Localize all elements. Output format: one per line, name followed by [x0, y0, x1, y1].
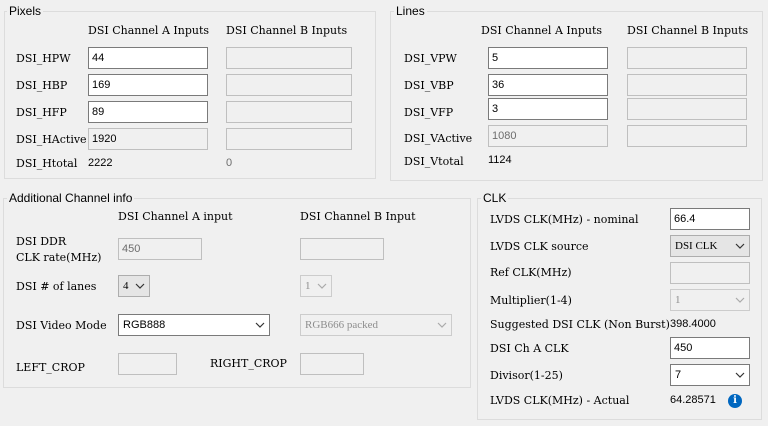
hactive-label: DSI_HActive [16, 133, 87, 146]
additional-col-a-header: DSI Channel A input [118, 210, 233, 223]
video-mode-b-select: RGB666 packed [300, 314, 452, 336]
vfp-b-input [627, 98, 747, 120]
chevron-down-icon [437, 322, 447, 328]
vactive-a-input: 1080 [488, 125, 608, 147]
divisor-label: Divisor(1-25) [490, 369, 563, 382]
ddr-clk-label-line1: DSI DDR [16, 235, 67, 248]
lvds-source-value: DSI CLK [675, 240, 718, 252]
suggested-clk-value: 398.4000 [670, 318, 716, 330]
vbp-b-input [627, 74, 747, 96]
ddr-clk-label-line2: CLK rate(MHz) [16, 251, 102, 264]
dsi-cha-clk-label: DSI Ch A CLK [490, 342, 569, 355]
vbp-label: DSI_VBP [404, 79, 454, 92]
chevron-down-icon [735, 297, 745, 303]
vactive-b-input [627, 125, 747, 147]
ref-clk-input [670, 262, 750, 284]
vpw-b-input [627, 47, 747, 69]
chevron-down-icon [255, 322, 265, 328]
hactive-b-input [226, 128, 352, 150]
video-mode-a-value: RGB888 [123, 319, 166, 331]
left-crop-label: LEFT_CROP [16, 361, 85, 374]
hpw-a-input[interactable]: 44 [88, 47, 208, 69]
pixels-group-title: Pixels [7, 4, 44, 18]
lanes-b-select: 1 [300, 275, 332, 297]
htotal-b-value: 0 [226, 157, 233, 169]
htotal-label: DSI_Htotal [16, 157, 78, 170]
vpw-label: DSI_VPW [404, 52, 457, 65]
clk-group-title: CLK [481, 191, 509, 205]
htotal-a-value: 2222 [88, 157, 113, 169]
ddr-clk-a-input: 450 [118, 238, 202, 260]
multiplier-select: 1 [670, 289, 750, 311]
vfp-a-input[interactable]: 3 [488, 98, 608, 120]
info-icon[interactable]: i [728, 394, 742, 408]
hfp-label: DSI_HFP [16, 106, 67, 119]
lines-col-a-header: DSI Channel A Inputs [481, 24, 603, 37]
vpw-a-input[interactable]: 5 [488, 47, 608, 69]
lanes-a-select[interactable]: 4 [118, 275, 150, 297]
lanes-b-value: 1 [305, 280, 311, 292]
chevron-down-icon [735, 243, 745, 249]
hpw-b-input [226, 47, 352, 69]
lanes-a-value: 4 [123, 280, 129, 292]
vfp-label: DSI_VFP [404, 106, 454, 119]
left-crop-input [118, 353, 177, 375]
additional-col-b-header: DSI Channel B Input [300, 210, 416, 223]
vbp-a-input[interactable]: 36 [488, 74, 608, 96]
pixels-col-b-header: DSI Channel B Inputs [226, 24, 348, 37]
lvds-nominal-input[interactable]: 66.4 [670, 208, 750, 230]
multiplier-label: Multiplier(1-4) [490, 294, 572, 307]
suggested-clk-label: Suggested DSI CLK (Non Burst) [490, 318, 670, 331]
vactive-label: DSI_VActive [404, 132, 473, 145]
hfp-b-input [226, 101, 352, 123]
hfp-a-input[interactable]: 89 [88, 101, 208, 123]
divisor-select[interactable]: 7 [670, 364, 750, 386]
hpw-label: DSI_HPW [16, 52, 71, 65]
hbp-a-input[interactable]: 169 [88, 74, 208, 96]
vtotal-label: DSI_Vtotal [404, 155, 464, 168]
multiplier-value: 1 [675, 294, 681, 306]
divisor-value: 7 [675, 369, 682, 381]
chevron-down-icon [735, 372, 745, 378]
vtotal-a-value: 1124 [488, 154, 512, 166]
video-mode-b-value: RGB666 packed [305, 319, 379, 331]
lvds-actual-value: 64.28571 [670, 394, 716, 406]
additional-group-title: Additional Channel info [7, 191, 135, 205]
pixels-col-a-header: DSI Channel A Inputs [88, 24, 210, 37]
lines-group-title: Lines [394, 4, 427, 18]
lvds-actual-label: LVDS CLK(MHz) - Actual [490, 394, 630, 407]
video-mode-label: DSI Video Mode [16, 319, 107, 332]
right-crop-input [300, 353, 364, 375]
lvds-source-label: LVDS CLK source [490, 240, 589, 253]
hbp-label: DSI_HBP [16, 79, 68, 92]
chevron-down-icon [317, 283, 327, 289]
lvds-nominal-label: LVDS CLK(MHz) - nominal [490, 213, 639, 226]
lines-col-b-header: DSI Channel B Inputs [627, 24, 749, 37]
hbp-b-input [226, 74, 352, 96]
ddr-clk-b-input [300, 238, 384, 260]
hactive-a-input: 1920 [88, 128, 208, 150]
lanes-label: DSI # of lanes [16, 280, 97, 293]
dsi-cha-clk-input[interactable]: 450 [670, 337, 750, 359]
lvds-source-select[interactable]: DSI CLK [670, 235, 750, 257]
ref-clk-label: Ref CLK(MHz) [490, 266, 572, 279]
right-crop-label: RIGHT_CROP [210, 357, 287, 370]
chevron-down-icon [135, 283, 145, 289]
video-mode-a-select[interactable]: RGB888 [118, 314, 270, 336]
